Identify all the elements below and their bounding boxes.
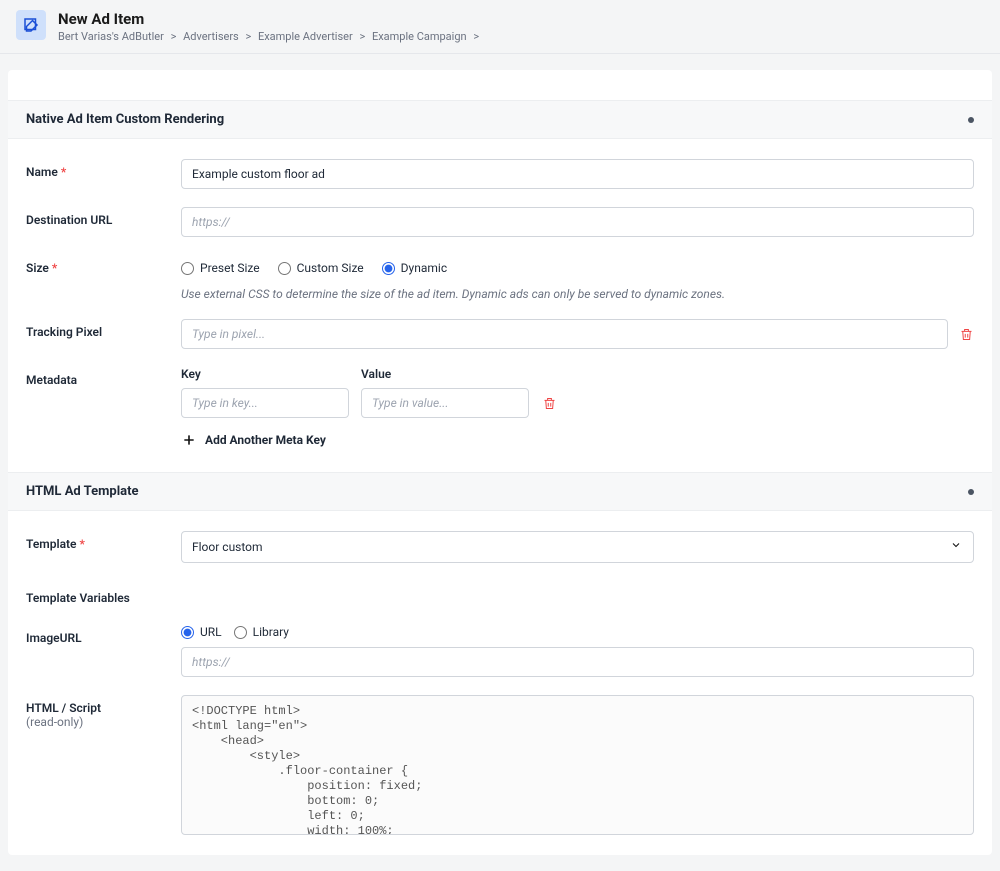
metadata-value-input[interactable] bbox=[361, 388, 529, 418]
label-tracking-pixel: Tracking Pixel bbox=[26, 319, 181, 339]
size-radio-group: Preset Size Custom Size Dynamic bbox=[181, 255, 974, 281]
page-header: New Ad Item Bert Varias's AdButler > Adv… bbox=[0, 0, 1000, 54]
imageurl-input[interactable] bbox=[181, 647, 974, 677]
section-header-template: HTML Ad Template bbox=[8, 472, 992, 511]
page-title: New Ad Item bbox=[58, 10, 483, 28]
section-title: HTML Ad Template bbox=[26, 484, 139, 499]
breadcrumb-item[interactable]: Example Campaign bbox=[372, 30, 467, 43]
trash-icon bbox=[542, 396, 557, 411]
destination-url-input[interactable] bbox=[181, 207, 974, 237]
plus-icon bbox=[181, 432, 197, 448]
status-dot-icon bbox=[968, 117, 974, 123]
size-option-preset[interactable]: Preset Size bbox=[181, 261, 260, 275]
label-size: Size* bbox=[26, 255, 181, 275]
section-title: Native Ad Item Custom Rendering bbox=[26, 112, 224, 127]
breadcrumb-item[interactable]: Bert Varias's AdButler bbox=[58, 30, 164, 43]
breadcrumb: Bert Varias's AdButler > Advertisers > E… bbox=[58, 30, 483, 43]
imageurl-radio-group: URL Library bbox=[181, 625, 974, 639]
label-metadata: Metadata bbox=[26, 367, 181, 387]
size-helper-text: Use external CSS to determine the size o… bbox=[181, 287, 974, 301]
label-template: Template* bbox=[26, 531, 181, 551]
size-option-custom[interactable]: Custom Size bbox=[278, 261, 364, 275]
name-input[interactable] bbox=[181, 159, 974, 189]
label-destination-url: Destination URL bbox=[26, 207, 181, 227]
breadcrumb-item[interactable]: Example Advertiser bbox=[258, 30, 353, 43]
status-dot-icon bbox=[968, 489, 974, 495]
delete-metadata-button[interactable] bbox=[541, 395, 557, 411]
metadata-key-input[interactable] bbox=[181, 388, 349, 418]
label-template-variables: Template Variables bbox=[26, 585, 181, 605]
label-html-script: HTML / Script (read-only) bbox=[26, 695, 181, 729]
breadcrumb-item[interactable]: Advertisers bbox=[183, 30, 239, 43]
metadata-value-heading: Value bbox=[361, 367, 529, 381]
delete-pixel-button[interactable] bbox=[958, 326, 974, 342]
metadata-key-heading: Key bbox=[181, 367, 349, 381]
label-imageurl: ImageURL bbox=[26, 625, 181, 645]
trash-icon bbox=[959, 327, 974, 342]
native-ad-panel: Native Ad Item Custom Rendering Name* De… bbox=[8, 70, 992, 855]
tracking-pixel-input[interactable] bbox=[181, 319, 948, 349]
section-header-native: Native Ad Item Custom Rendering bbox=[8, 100, 992, 139]
imageurl-option-url[interactable]: URL bbox=[181, 625, 222, 639]
html-script-readonly: <!DOCTYPE html> <html lang="en"> <head> … bbox=[181, 695, 974, 835]
add-meta-key-button[interactable]: Add Another Meta Key bbox=[181, 432, 326, 448]
label-name: Name* bbox=[26, 159, 181, 179]
imageurl-option-library[interactable]: Library bbox=[234, 625, 289, 639]
edit-icon bbox=[16, 10, 46, 40]
size-option-dynamic[interactable]: Dynamic bbox=[382, 261, 447, 275]
template-select[interactable]: Floor custom bbox=[181, 531, 974, 563]
